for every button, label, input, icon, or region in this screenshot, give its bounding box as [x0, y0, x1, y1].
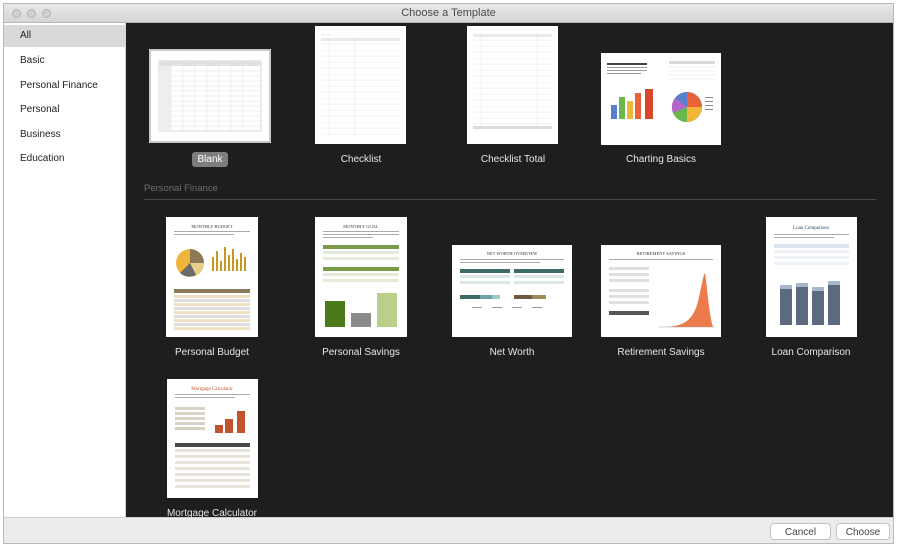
template-label-checklist-total[interactable]: Checklist Total: [438, 154, 588, 165]
template-thumb-checklist-total[interactable]: [467, 26, 558, 144]
template-label-personal-savings[interactable]: Personal Savings: [286, 347, 436, 358]
template-thumb-personal-savings[interactable]: MONTHLY GOAL: [315, 217, 407, 337]
category-sidebar: All Basic Personal Finance Personal Busi…: [4, 23, 126, 517]
template-label-charting-basics[interactable]: Charting Basics: [586, 154, 736, 165]
template-gallery: Blank ——— Checklist Checklist Total Char…: [126, 23, 893, 517]
template-thumb-mortgage-calculator[interactable]: Mortgage Calculator: [167, 379, 258, 498]
sidebar-item-personal[interactable]: Personal: [4, 99, 125, 121]
net-worth-heading: NET WORTH OVERVIEW: [487, 251, 538, 256]
personal-budget-heading: MONTHLY BUDGET: [191, 224, 233, 229]
section-divider: [144, 199, 876, 200]
title-bar[interactable]: Choose a Template: [4, 4, 893, 23]
template-label-loan-comparison[interactable]: Loan Comparison: [736, 347, 886, 358]
template-label-net-worth[interactable]: Net Worth: [437, 347, 587, 358]
svg-text:———: ———: [321, 32, 330, 36]
sidebar-item-basic[interactable]: Basic: [4, 50, 125, 72]
template-chooser-window: Choose a Template All Basic Personal Fin…: [3, 3, 894, 544]
template-label-mortgage-calculator[interactable]: Mortgage Calculator: [137, 508, 287, 517]
loan-comparison-heading: Loan Comparison: [793, 226, 829, 231]
template-thumb-loan-comparison[interactable]: Loan Comparison: [766, 217, 857, 337]
choose-button[interactable]: Choose: [836, 523, 890, 540]
template-thumb-retirement-savings[interactable]: RETIREMENT SAVINGS: [601, 245, 721, 337]
template-thumb-charting-basics[interactable]: [601, 53, 721, 145]
template-thumb-personal-budget[interactable]: MONTHLY BUDGET: [166, 217, 258, 337]
personal-savings-heading: MONTHLY GOAL: [343, 224, 379, 229]
sidebar-item-business[interactable]: Business: [4, 124, 125, 146]
template-thumb-net-worth[interactable]: NET WORTH OVERVIEW: [452, 245, 572, 337]
sidebar-item-all[interactable]: All: [4, 25, 125, 47]
template-thumb-blank[interactable]: [149, 49, 271, 143]
template-label-checklist[interactable]: Checklist: [286, 154, 436, 165]
cancel-button[interactable]: Cancel: [770, 523, 831, 540]
template-label-personal-budget[interactable]: Personal Budget: [137, 347, 287, 358]
template-label-blank[interactable]: Blank: [135, 152, 285, 167]
mortgage-calculator-heading: Mortgage Calculator: [191, 387, 233, 392]
window-title: Choose a Template: [401, 7, 496, 19]
template-thumb-checklist[interactable]: ———: [315, 26, 406, 144]
bottom-bar: Cancel Choose: [4, 517, 893, 543]
template-label-retirement-savings[interactable]: Retirement Savings: [586, 347, 736, 358]
sidebar-item-education[interactable]: Education: [4, 148, 125, 170]
sidebar-item-personal-finance[interactable]: Personal Finance: [4, 75, 125, 97]
section-title-personal-finance: Personal Finance: [144, 183, 218, 194]
retirement-savings-heading: RETIREMENT SAVINGS: [637, 251, 686, 256]
